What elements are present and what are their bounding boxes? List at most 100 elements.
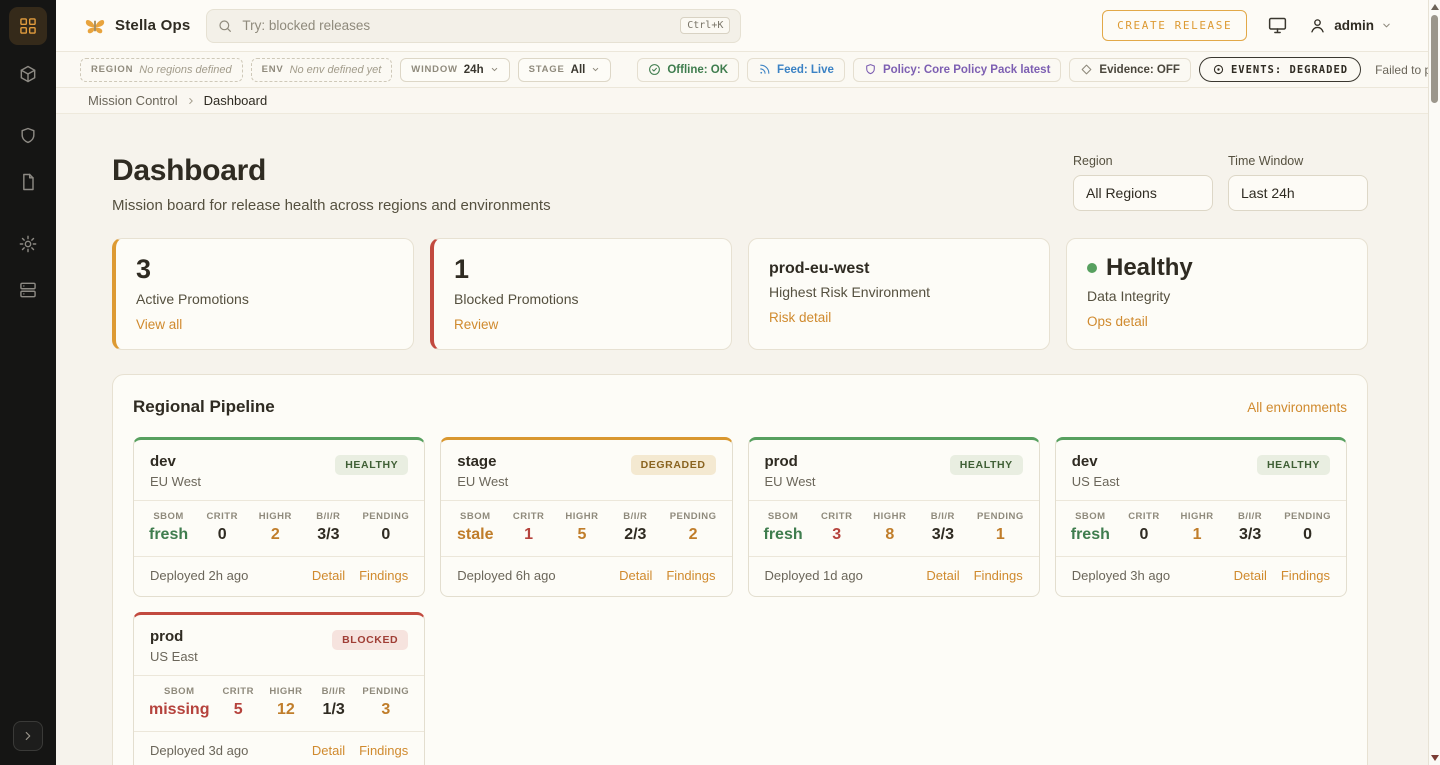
findings-link[interactable]: Findings: [359, 568, 408, 583]
env-chip-label: ENV: [262, 64, 284, 75]
env-identity: prod US East: [150, 628, 198, 664]
metric-value: 0: [362, 526, 409, 544]
sidebar-expand-button[interactable]: [13, 721, 43, 751]
metric-value: 8: [871, 526, 909, 544]
view-all-link[interactable]: View all: [136, 317, 182, 332]
policy-status-chip[interactable]: Policy: Core Policy Pack latest: [853, 58, 1061, 82]
environment-name: dev: [150, 453, 201, 470]
search-bar[interactable]: Ctrl+K: [206, 9, 741, 43]
deployed-time: Deployed 3d ago: [150, 743, 248, 758]
region-chip-label: REGION: [91, 64, 133, 75]
feed-status-chip[interactable]: Feed: Live: [747, 58, 845, 82]
breadcrumb-parent[interactable]: Mission Control: [88, 93, 178, 108]
pipeline-title: Regional Pipeline: [133, 397, 275, 417]
sidebar-item-releases[interactable]: [9, 57, 47, 91]
evidence-status-chip[interactable]: Evidence: OFF: [1069, 58, 1191, 82]
health-status-dot: [1087, 263, 1097, 273]
page-filters: Region All Regions Time Window Last 24h: [1073, 154, 1368, 211]
metric-label: HIGHR: [871, 511, 909, 522]
metric-value: fresh: [1071, 526, 1110, 544]
page-header: Dashboard Mission board for release heal…: [112, 154, 1368, 214]
risk-detail-link[interactable]: Risk detail: [769, 310, 831, 325]
search-input[interactable]: [242, 18, 671, 33]
detail-link[interactable]: Detail: [619, 568, 652, 583]
metric-bir: B/I/R3/3: [309, 511, 347, 544]
shield-icon: [18, 126, 38, 146]
target-icon: [1212, 63, 1225, 76]
display-mode-button[interactable]: [1267, 15, 1288, 36]
status-badge: HEALTHY: [1257, 455, 1330, 475]
stat-label: Active Promotions: [136, 291, 393, 307]
environment-region: EU West: [150, 474, 201, 489]
metrics-row: SBOMfresh CRITR0 HIGHR1 B/I/R3/3 PENDING…: [1056, 500, 1346, 557]
metric-highr: HIGHR 8: [871, 511, 909, 544]
findings-link[interactable]: Findings: [359, 743, 408, 758]
dashboard-grid-icon: [18, 16, 38, 36]
environment-region: EU West: [765, 474, 816, 489]
region-filter-select[interactable]: All Regions: [1073, 175, 1213, 211]
events-chip-label: EVENTS: DEGRADED: [1231, 64, 1348, 76]
status-badge: DEGRADED: [631, 455, 716, 475]
create-release-button[interactable]: CREATE RELEASE: [1102, 10, 1247, 41]
metric-label: HIGHR: [267, 686, 305, 697]
status-badge: HEALTHY: [950, 455, 1023, 475]
sidebar: [0, 0, 56, 765]
search-shortcut-badge: Ctrl+K: [680, 17, 730, 34]
metrics-row: SBOMstale CRITR1 HIGHR5 B/I/R2/3 PENDING…: [441, 500, 731, 557]
findings-link[interactable]: Findings: [974, 568, 1023, 583]
sidebar-item-security[interactable]: [9, 119, 47, 153]
metric-sbom: SBOMfresh: [149, 511, 188, 544]
scroll-down-arrow[interactable]: [1431, 755, 1439, 761]
context-bar: REGION No regions defined ENV No env def…: [56, 52, 1440, 88]
window-dropdown-chip[interactable]: WINDOW 24h: [400, 58, 509, 82]
detail-link[interactable]: Detail: [312, 568, 345, 583]
metric-label: B/I/R: [309, 511, 347, 522]
region-context-chip[interactable]: REGION No regions defined: [80, 58, 243, 82]
detail-link[interactable]: Detail: [1234, 568, 1267, 583]
sidebar-item-documents[interactable]: [9, 165, 47, 199]
stage-dropdown-chip[interactable]: STAGE All: [518, 58, 612, 82]
review-link[interactable]: Review: [454, 317, 498, 332]
window-chip-label: WINDOW: [411, 64, 457, 75]
page-title-block: Dashboard Mission board for release heal…: [112, 154, 551, 214]
metric-value: 0: [1125, 526, 1163, 544]
metric-value: 3/3: [1231, 526, 1269, 544]
events-status-chip[interactable]: EVENTS: DEGRADED: [1199, 57, 1361, 82]
stat-label: Highest Risk Environment: [769, 284, 1029, 300]
deployed-time: Deployed 3h ago: [1072, 568, 1170, 583]
offline-status-chip[interactable]: Offline: OK: [637, 58, 739, 82]
ops-detail-link[interactable]: Ops detail: [1087, 314, 1148, 329]
sidebar-item-infrastructure[interactable]: [9, 273, 47, 307]
page-content: Dashboard Mission board for release heal…: [56, 114, 1440, 765]
metric-value: 5: [563, 526, 601, 544]
metric-label: CRITR: [1125, 511, 1163, 522]
detail-link[interactable]: Detail: [312, 743, 345, 758]
user-icon: [1308, 16, 1327, 35]
all-environments-link[interactable]: All environments: [1247, 400, 1347, 415]
env-context-chip[interactable]: ENV No env defined yet: [251, 58, 393, 82]
brand[interactable]: Stella Ops: [84, 15, 190, 37]
metric-label: B/I/R: [616, 511, 654, 522]
findings-link[interactable]: Findings: [1281, 568, 1330, 583]
user-name: admin: [1334, 18, 1374, 33]
document-icon: [18, 172, 38, 192]
metric-label: HIGHR: [1178, 511, 1216, 522]
time-window-filter-select[interactable]: Last 24h: [1228, 175, 1368, 211]
environment-region: US East: [1072, 474, 1120, 489]
metric-critr: CRITR0: [203, 511, 241, 544]
chevron-down-icon: [490, 65, 499, 74]
status-badge: HEALTHY: [335, 455, 408, 475]
metric-pending: PENDING2: [670, 511, 717, 544]
scrollbar-thumb[interactable]: [1431, 15, 1438, 103]
detail-link[interactable]: Detail: [926, 568, 959, 583]
user-menu[interactable]: admin: [1308, 16, 1392, 35]
sidebar-item-settings[interactable]: [9, 227, 47, 261]
metric-value: 2: [670, 526, 717, 544]
metric-label: B/I/R: [1231, 511, 1269, 522]
vertical-scrollbar[interactable]: [1428, 0, 1440, 765]
findings-link[interactable]: Findings: [666, 568, 715, 583]
metric-pending: PENDING0: [362, 511, 409, 544]
scroll-up-arrow[interactable]: [1431, 4, 1439, 10]
metric-value: 1: [977, 526, 1024, 544]
sidebar-item-dashboard[interactable]: [9, 7, 47, 45]
